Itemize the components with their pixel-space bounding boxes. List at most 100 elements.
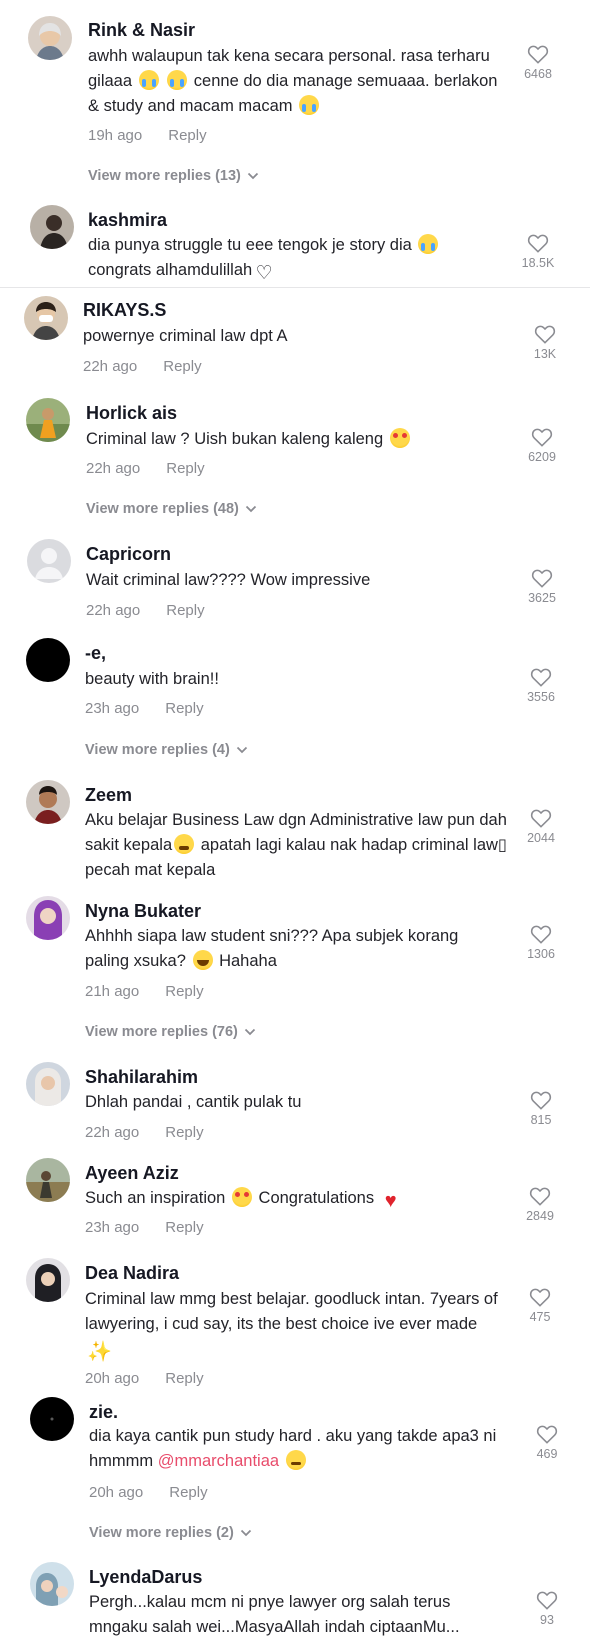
chevron-down-icon <box>236 747 247 754</box>
reply-button[interactable]: Reply <box>165 1219 203 1236</box>
comment-username[interactable]: Rink & Nasir <box>88 20 195 41</box>
like-button[interactable]: 3556 <box>517 667 565 704</box>
comment-text: Wait criminal law???? Wow impressive <box>86 571 371 589</box>
view-more-replies-button[interactable]: View more replies (13) <box>88 168 259 184</box>
like-button[interactable]: 93 <box>523 1590 571 1627</box>
heart-outline-icon <box>531 428 553 447</box>
smiling-face-with-hearts-icon <box>389 428 410 448</box>
like-button[interactable]: 18.5K <box>514 233 562 270</box>
heart-outline-icon <box>530 668 552 687</box>
comment-username[interactable]: Dea Nadira <box>85 1263 179 1284</box>
like-button[interactable]: 6468 <box>514 44 562 81</box>
loudly-crying-face-icon <box>167 70 188 90</box>
smiling-face-with-hearts-icon <box>231 1187 252 1207</box>
face-with-tears-of-joy-icon <box>192 950 213 970</box>
comment-meta: 22h ago Reply <box>86 460 205 477</box>
comment-text: Pergh...kalau mcm ni pnye lawyer org sal… <box>89 1593 460 1636</box>
comment-meta: 20h ago Reply <box>89 1484 208 1501</box>
heart-outline-icon <box>527 234 549 253</box>
like-button[interactable]: 2849 <box>516 1186 564 1223</box>
like-button[interactable]: 1306 <box>517 924 565 961</box>
comment-meta: 23h ago Reply <box>85 700 204 717</box>
comment-text: Criminal law mmg best belajar. goodluck … <box>85 1290 498 1363</box>
like-button[interactable]: 469 <box>523 1424 571 1461</box>
like-button[interactable]: 2044 <box>517 808 565 845</box>
like-button[interactable]: 475 <box>516 1287 564 1324</box>
avatar[interactable] <box>26 1158 70 1202</box>
reply-button[interactable]: Reply <box>165 1124 203 1141</box>
avatar[interactable] <box>30 1562 74 1606</box>
like-count: 6468 <box>524 67 552 81</box>
comment-text: dia punya struggle tu eee tengok je stor… <box>88 233 508 284</box>
chevron-down-icon <box>245 506 256 513</box>
like-count: 1306 <box>527 947 555 961</box>
comment-text: Such an inspiration Congratulations ♥ <box>85 1186 515 1211</box>
avatar[interactable] <box>26 398 70 442</box>
comment-meta: 22h ago Reply <box>85 1124 204 1141</box>
comment-username[interactable]: Nyna Bukater <box>85 901 201 922</box>
red-heart-icon: ♥ <box>384 1190 397 1212</box>
like-count: 13K <box>533 347 557 361</box>
like-count: 6209 <box>528 450 556 464</box>
comment-username[interactable]: kashmira <box>88 210 167 231</box>
like-count: 3625 <box>528 591 556 605</box>
comment-meta: 23h ago Reply <box>85 1219 204 1236</box>
comment-text: Criminal law ? Uish bukan kaleng kaleng <box>86 427 516 452</box>
like-count: 3556 <box>527 690 555 704</box>
reply-button[interactable]: Reply <box>168 127 206 144</box>
avatar[interactable] <box>30 205 74 249</box>
chevron-down-icon <box>247 173 258 180</box>
comment-username[interactable]: LyendaDarus <box>89 1567 202 1588</box>
avatar[interactable] <box>27 539 71 583</box>
comment-username[interactable]: Zeem <box>85 785 132 806</box>
avatar[interactable] <box>28 16 72 60</box>
like-count: 2849 <box>526 1209 554 1223</box>
comment-meta: 21h ago Reply <box>85 983 204 1000</box>
reply-button[interactable]: Reply <box>166 460 204 477</box>
avatar[interactable] <box>26 1258 70 1302</box>
comment-text: beauty with brain!! <box>85 670 219 688</box>
avatar[interactable] <box>26 896 70 940</box>
comment-username[interactable]: Capricorn <box>86 544 171 565</box>
comment-username[interactable]: -e, <box>85 643 106 664</box>
reply-button[interactable]: Reply <box>165 983 203 1000</box>
like-count: 815 <box>530 1113 552 1127</box>
heart-outline-icon <box>536 1425 558 1444</box>
like-button[interactable]: 13K <box>521 324 569 361</box>
like-count: 469 <box>536 1447 558 1461</box>
comment-username[interactable]: Ayeen Aziz <box>85 1163 179 1184</box>
comment-username[interactable]: zie. <box>89 1402 118 1423</box>
avatar[interactable] <box>26 1062 70 1106</box>
chevron-down-icon <box>240 1530 251 1537</box>
reply-button[interactable]: Reply <box>169 1484 207 1501</box>
comment-username[interactable]: Shahilarahim <box>85 1067 198 1088</box>
comment-username[interactable]: Horlick ais <box>86 403 177 424</box>
like-count: 93 <box>540 1613 554 1627</box>
like-button[interactable]: 3625 <box>518 568 566 605</box>
like-button[interactable]: 6209 <box>518 427 566 464</box>
heart-outline-icon <box>530 1091 552 1110</box>
reply-button[interactable]: Reply <box>165 700 203 717</box>
comment-username[interactable]: RIKAYS.S <box>83 300 166 321</box>
loudly-crying-face-icon <box>299 95 320 115</box>
avatar[interactable] <box>24 296 68 340</box>
view-more-replies-button[interactable]: View more replies (48) <box>86 501 257 517</box>
avatar[interactable] <box>26 638 70 682</box>
heart-outline-icon <box>529 1187 551 1206</box>
reply-button[interactable]: Reply <box>165 1370 203 1387</box>
reply-button[interactable]: Reply <box>166 602 204 619</box>
heart-outline-icon <box>530 809 552 828</box>
reply-button[interactable]: Reply <box>163 358 201 375</box>
view-more-replies-button[interactable]: View more replies (4) <box>85 742 248 758</box>
comment-meta: 22h ago Reply <box>86 602 205 619</box>
like-count: 475 <box>529 1310 551 1324</box>
comment-meta: 22h ago Reply <box>83 358 202 375</box>
like-button[interactable]: 815 <box>517 1090 565 1127</box>
sparkles-icon: ✨ <box>87 1341 112 1363</box>
view-more-replies-button[interactable]: View more replies (2) <box>89 1525 252 1541</box>
avatar[interactable] <box>26 780 70 824</box>
avatar[interactable] <box>30 1397 74 1441</box>
mention-link[interactable]: @mmarchantiaa <box>158 1452 279 1470</box>
heart-outline-icon <box>529 1288 551 1307</box>
view-more-replies-button[interactable]: View more replies (76) <box>85 1024 256 1040</box>
